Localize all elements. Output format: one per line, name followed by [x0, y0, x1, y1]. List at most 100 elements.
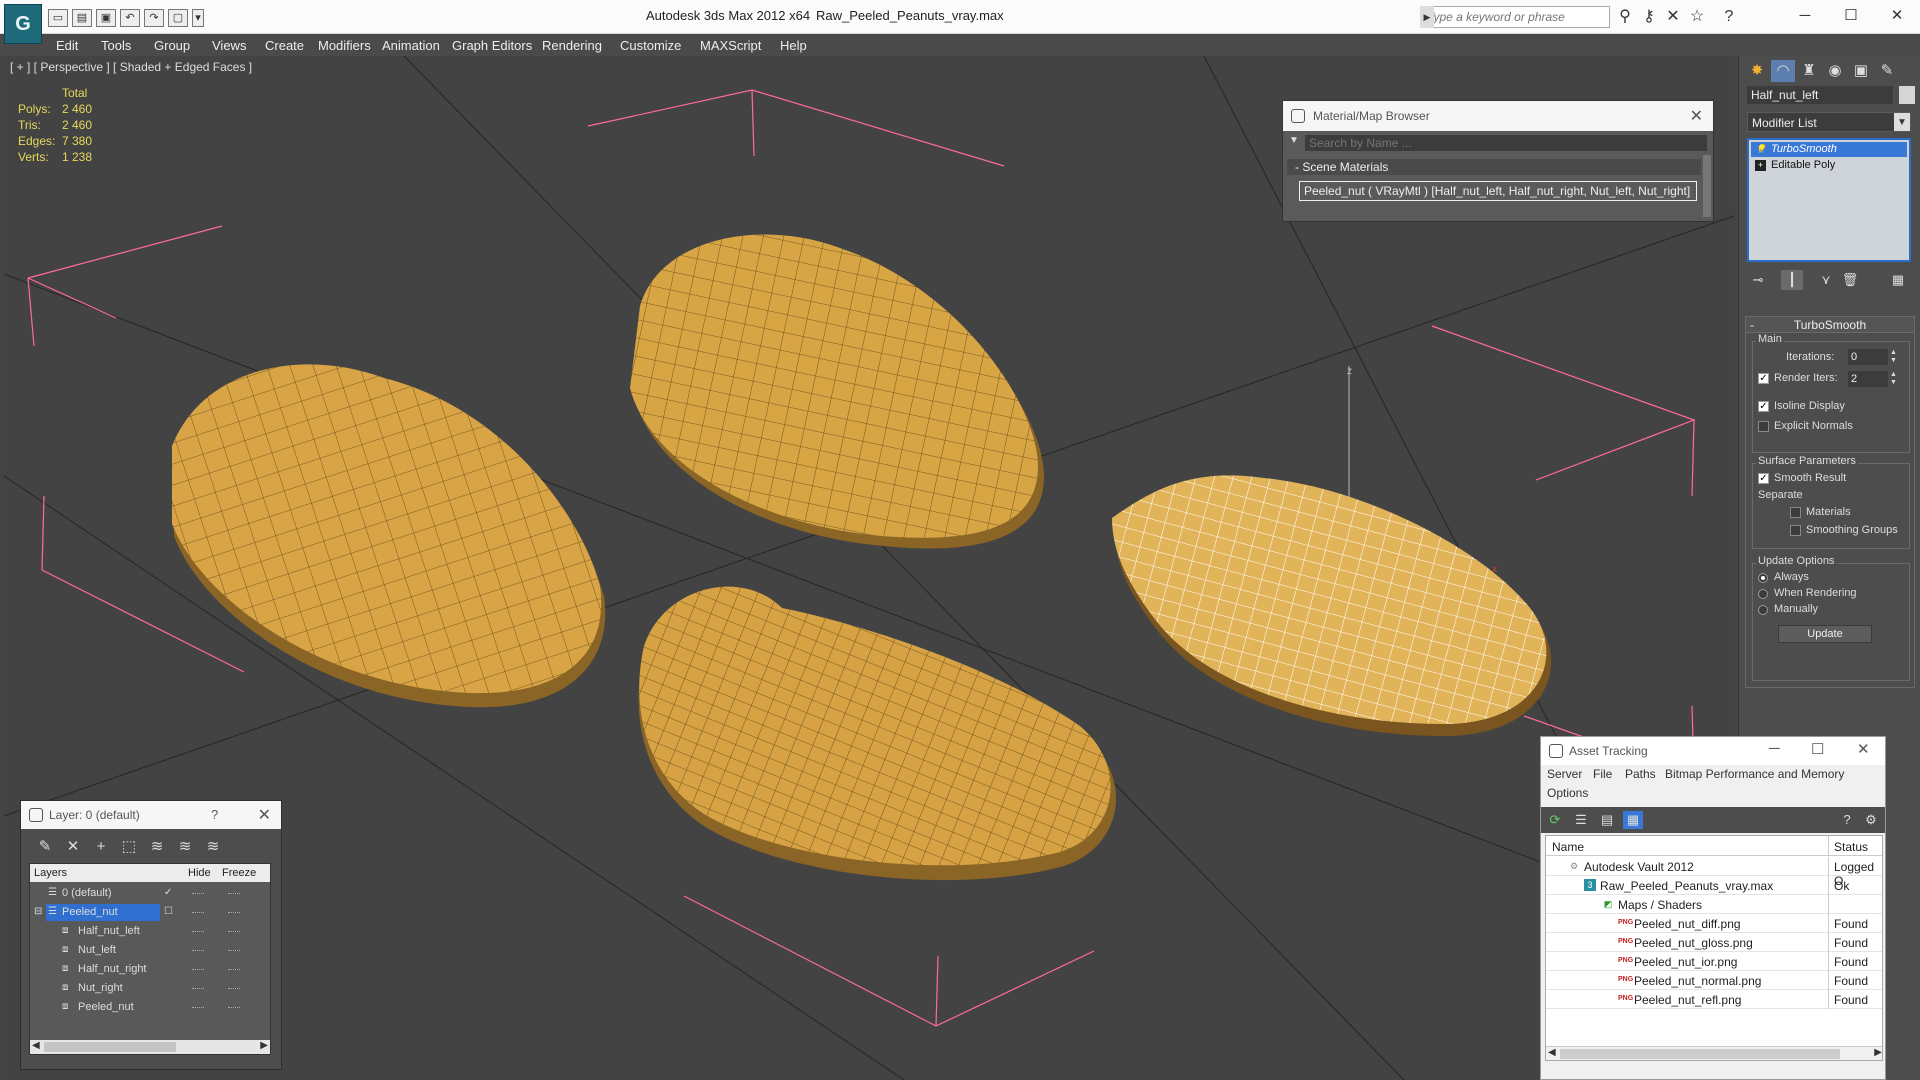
lightbulb-icon[interactable]: 💡 [1755, 144, 1766, 155]
settings-icon[interactable]: ⚙ [1861, 811, 1881, 829]
refresh-icon[interactable]: ⟳ [1545, 811, 1565, 829]
filter-dropdown-icon[interactable]: ▼ [1289, 135, 1299, 146]
scene-materials-group[interactable]: - Scene Materials [1287, 159, 1701, 175]
menu-group[interactable]: Group [154, 38, 190, 53]
stack-item-turbosmooth[interactable]: 💡 TurboSmooth [1751, 142, 1907, 157]
asset-row[interactable]: 3 Raw_Peeled_Peanuts_vray.max Ok [1546, 876, 1882, 895]
when-rendering-radio[interactable] [1758, 589, 1768, 599]
layer-row[interactable]: ⧈ Half_nut_right [30, 960, 270, 979]
motion-tab-icon[interactable]: ◉ [1823, 60, 1847, 82]
rollout-header[interactable]: - TurboSmooth [1746, 317, 1914, 333]
menu-graph-editors[interactable]: Graph Editors [452, 38, 532, 53]
layer-row[interactable]: ⧈ Nut_right [30, 979, 270, 998]
search-expand-icon[interactable]: ▶ [1420, 6, 1434, 28]
help-icon[interactable]: ? [1718, 7, 1740, 27]
layer-row[interactable]: ☰ 0 (default) ✓ [30, 884, 270, 903]
configure-sets-icon[interactable]: ▦ [1887, 270, 1909, 290]
layers-column-header[interactable]: Layers [34, 867, 67, 879]
asset-row[interactable]: PNG Peeled_nut_diff.png Found [1546, 914, 1882, 933]
menu-server[interactable]: Server [1547, 767, 1582, 781]
minimize-icon[interactable]: ─ [1769, 740, 1780, 757]
favorites-star-icon[interactable]: ☆ [1686, 7, 1708, 27]
asset-horizontal-scrollbar[interactable]: ◀ ▶ [1546, 1046, 1882, 1060]
menu-options[interactable]: Options [1547, 786, 1588, 800]
create-tab-icon[interactable]: ✸ [1745, 60, 1769, 82]
scroll-left-icon[interactable]: ◀ [32, 1040, 40, 1051]
freeze-column-header[interactable]: Freeze [222, 867, 256, 879]
object-name-field[interactable]: Half_nut_left [1747, 86, 1893, 104]
layer-horizontal-scrollbar[interactable]: ◀ ▶ [30, 1040, 270, 1054]
spinner-arrows-icon[interactable]: ▲ ▼ [1890, 371, 1898, 387]
render-iters-spinner[interactable]: 2 ▲ ▼ [1848, 371, 1897, 387]
communication-icon[interactable]: ✕ [1662, 7, 1684, 27]
scroll-left-icon[interactable]: ◀ [1548, 1047, 1556, 1058]
redo-icon[interactable]: ↷ [144, 9, 164, 27]
render-iters-checkbox[interactable]: ✓ [1758, 373, 1769, 384]
add-to-layer-icon[interactable]: + [91, 837, 111, 857]
quick-access-dropdown-icon[interactable]: ▾ [192, 9, 204, 27]
asset-row[interactable]: PNG Peeled_nut_refl.png Found [1546, 990, 1882, 1009]
new-scene-icon[interactable]: ▭ [48, 9, 68, 27]
make-unique-icon[interactable]: ⋎ [1815, 270, 1837, 290]
delete-layer-icon[interactable]: ✕ [63, 837, 83, 857]
project-folder-icon[interactable]: ▢ [168, 9, 188, 27]
manually-radio[interactable] [1758, 605, 1768, 615]
menu-file[interactable]: File [1593, 767, 1612, 781]
stack-item-editable-poly[interactable]: + Editable Poly [1751, 158, 1907, 173]
minimize-icon[interactable]: ─ [1782, 2, 1828, 30]
maximize-icon[interactable]: ☐ [1811, 740, 1824, 758]
menu-tools[interactable]: Tools [101, 38, 131, 53]
tree-view-icon[interactable]: ▤ [1597, 811, 1617, 829]
select-layer-icon[interactable]: ≋ [147, 837, 167, 857]
scroll-right-icon[interactable]: ▶ [1874, 1047, 1882, 1058]
hierarchy-tab-icon[interactable]: ♜ [1797, 60, 1821, 82]
viewport-label[interactable]: [ + ] [ Perspective ] [ Shaded + Edged F… [10, 60, 252, 74]
materials-checkbox[interactable] [1790, 507, 1801, 518]
menu-create[interactable]: Create [265, 38, 304, 53]
modifier-list-dropdown[interactable]: Modifier List ▼ [1747, 112, 1911, 132]
app-logo-icon[interactable]: G [4, 4, 42, 44]
layer-row[interactable]: ⊟ ☰ Peeled_nut ☐ [30, 903, 270, 922]
freeze-all-icon[interactable]: ≋ [203, 837, 223, 857]
maximize-icon[interactable]: ☐ [1828, 2, 1874, 30]
help-icon[interactable]: ? [211, 807, 218, 822]
pin-stack-icon[interactable]: ⊸ [1747, 270, 1769, 290]
smooth-result-checkbox[interactable]: ✓ [1758, 473, 1769, 484]
menu-rendering[interactable]: Rendering [542, 38, 602, 53]
explicit-normals-checkbox[interactable] [1758, 421, 1769, 432]
layer-row[interactable]: ⧈ Half_nut_left [30, 922, 270, 941]
save-file-icon[interactable]: ▣ [96, 9, 116, 27]
material-entry[interactable]: Peeled_nut ( VRayMtl ) [Half_nut_left, H… [1299, 181, 1697, 201]
help-icon[interactable]: ? [1837, 811, 1857, 829]
asset-row[interactable]: ◩ Maps / Shaders [1546, 895, 1882, 914]
subscription-icon[interactable]: ⚷ [1638, 7, 1660, 27]
close-icon[interactable]: ✕ [1874, 2, 1920, 30]
close-icon[interactable]: ✕ [258, 805, 271, 825]
asset-tracking-header[interactable]: Asset Tracking ─ ☐ ✕ [1541, 737, 1885, 765]
display-tab-icon[interactable]: ▣ [1849, 60, 1873, 82]
menu-help[interactable]: Help [780, 38, 807, 53]
status-column-header[interactable]: Status [1834, 840, 1868, 854]
menu-bitmap-performance[interactable]: Bitmap Performance and Memory [1665, 767, 1844, 781]
smoothing-groups-checkbox[interactable] [1790, 525, 1801, 536]
object-color-swatch[interactable] [1899, 86, 1915, 104]
spinner-arrows-icon[interactable]: ▲ ▼ [1890, 349, 1898, 365]
material-browser-scrollbar[interactable] [1703, 155, 1711, 217]
search-input[interactable] [1420, 6, 1610, 28]
hide-all-icon[interactable]: ≋ [175, 837, 195, 857]
close-icon[interactable]: ✕ [1857, 740, 1870, 758]
scroll-thumb[interactable] [1560, 1049, 1840, 1059]
new-layer-icon[interactable]: ✎ [35, 837, 55, 857]
list-view-icon[interactable]: ☰ [1571, 811, 1591, 829]
show-end-result-icon[interactable]: ┃ [1781, 270, 1803, 290]
menu-views[interactable]: Views [212, 38, 246, 53]
modify-tab-icon[interactable]: ◠ [1771, 60, 1795, 82]
menu-edit[interactable]: Edit [56, 38, 78, 53]
undo-icon[interactable]: ↶ [120, 9, 140, 27]
iterations-spinner[interactable]: 0 ▲ ▼ [1848, 349, 1897, 365]
material-browser-header[interactable]: Material/Map Browser ✕ [1283, 101, 1713, 131]
hide-column-header[interactable]: Hide [188, 867, 211, 879]
layer-dialog-header[interactable]: Layer: 0 (default) ? ✕ [21, 801, 281, 829]
table-view-icon[interactable]: ▦ [1623, 811, 1643, 829]
remove-modifier-icon[interactable]: 🗑 [1839, 270, 1861, 290]
